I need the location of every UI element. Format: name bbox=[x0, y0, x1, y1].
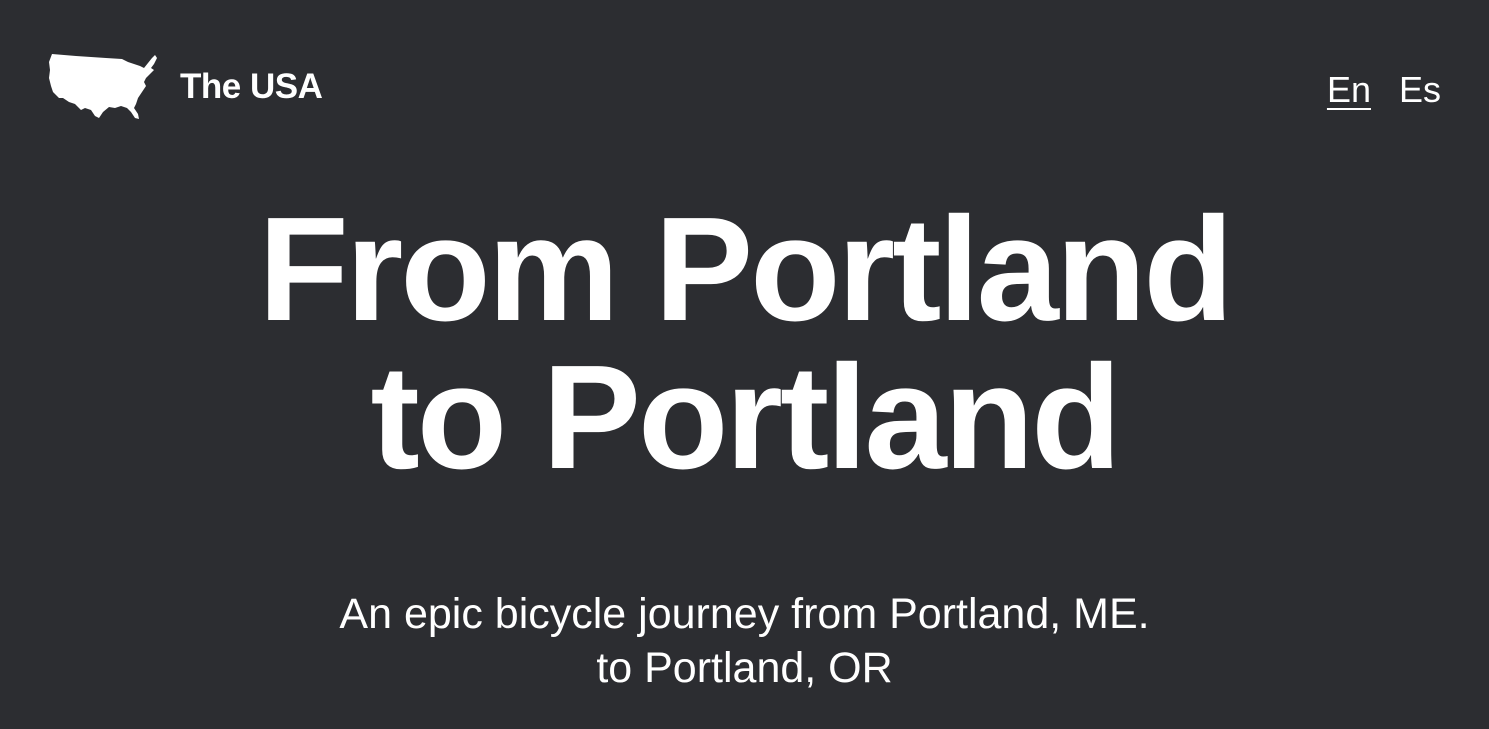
hero-subtitle-line-1: An epic bicycle journey from Portland, M… bbox=[339, 590, 1150, 638]
language-switcher: En Es bbox=[1327, 72, 1441, 108]
language-link-en[interactable]: En bbox=[1327, 72, 1371, 108]
hero-section: From Portland to Portland bbox=[0, 196, 1489, 492]
hero-subtitle: An epic bicycle journey from Portland, M… bbox=[0, 587, 1489, 695]
hero-title-line-2: to Portland bbox=[370, 335, 1121, 500]
hero-title: From Portland to Portland bbox=[0, 196, 1489, 492]
brand-title: The USA bbox=[180, 66, 323, 106]
hero-subtitle-line-2: to Portland, OR bbox=[596, 644, 893, 692]
site-header: The USA En Es bbox=[0, 0, 1489, 185]
home-link[interactable]: The USA bbox=[48, 52, 323, 120]
language-link-es[interactable]: Es bbox=[1399, 72, 1441, 108]
hero-title-line-1: From Portland bbox=[258, 187, 1233, 352]
usa-map-icon bbox=[49, 54, 157, 119]
